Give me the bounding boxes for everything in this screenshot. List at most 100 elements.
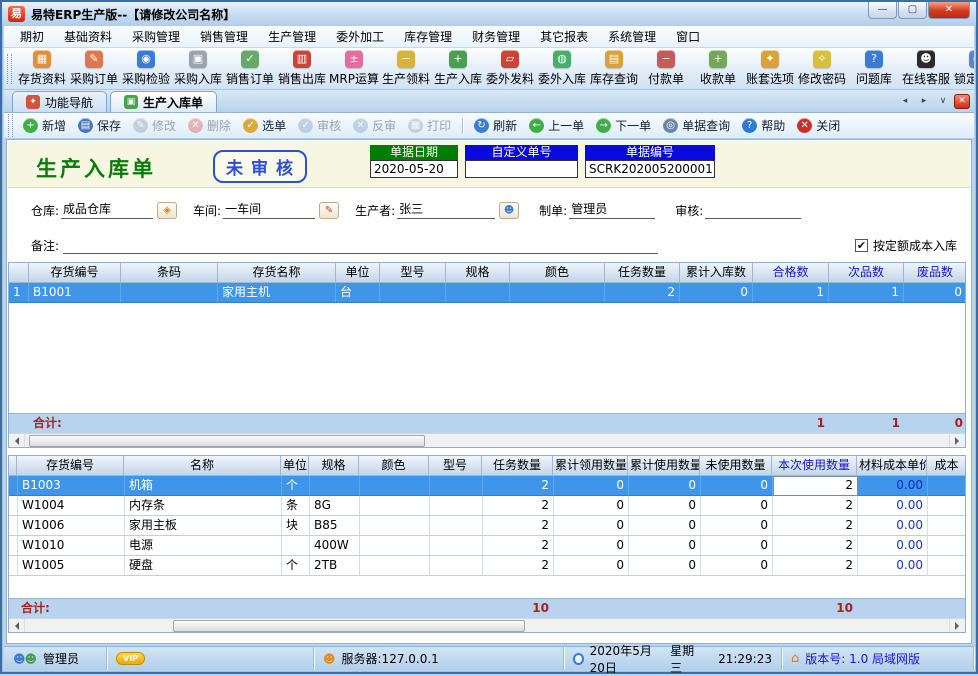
column-header[interactable] [9, 263, 29, 283]
table-row[interactable]: W1005硬盘个2TB200020.00 [9, 556, 965, 576]
table-cell[interactable]: 2 [605, 283, 680, 303]
table-cell[interactable]: 0 [701, 516, 773, 536]
menu-item-基础资料[interactable]: 基础资料 [54, 25, 122, 48]
table-cell[interactable]: 0 [554, 476, 629, 496]
table-cell[interactable]: 2 [483, 556, 554, 576]
table-cell[interactable] [360, 536, 430, 556]
table-cell[interactable] [430, 476, 483, 496]
save-button[interactable]: ▤保存 [72, 115, 127, 136]
table-cell[interactable]: 家用主机 [218, 283, 336, 303]
table-cell[interactable] [282, 536, 310, 556]
table-cell[interactable]: 0 [629, 536, 701, 556]
column-header[interactable]: 型号 [380, 263, 446, 283]
menu-item-其它报表[interactable]: 其它报表 [530, 25, 598, 48]
column-header[interactable] [9, 456, 17, 476]
menu-item-生产管理[interactable]: 生产管理 [258, 25, 326, 48]
tab-生产入库单[interactable]: ▣生产入库单 [110, 91, 217, 112]
tab-close-button[interactable]: ✕ [954, 94, 970, 109]
table-cell[interactable] [430, 516, 483, 536]
table-cell[interactable]: 0 [701, 476, 773, 496]
table-cell[interactable]: 2 [773, 556, 858, 576]
next-doc-button[interactable]: →下一单 [590, 115, 657, 136]
table-cell[interactable]: 个 [282, 556, 310, 576]
new-button[interactable]: +新增 [17, 115, 72, 136]
audit-button[interactable]: ✓审核 [292, 115, 347, 136]
table-cell[interactable]: 2 [483, 476, 554, 496]
purchase-inspect-button[interactable]: ◉采购检验 [120, 50, 172, 87]
column-header[interactable]: 成本 [927, 456, 966, 476]
tab-scroll-left-icon[interactable]: ◂ [897, 94, 913, 109]
table-cell[interactable]: 2 [773, 516, 858, 536]
horizontal-scrollbar[interactable] [9, 433, 965, 448]
table-cell[interactable]: 台 [336, 283, 380, 303]
table-cell[interactable]: B1001 [29, 283, 121, 303]
print-button[interactable]: ▦打印 [402, 115, 457, 136]
table-cell[interactable]: 0 [629, 496, 701, 516]
column-header[interactable]: 存货编号 [29, 263, 121, 283]
table-cell[interactable]: 0 [701, 496, 773, 516]
payment-button[interactable]: −付款单 [640, 50, 692, 87]
table-row[interactable]: W1006家用主板块B85200020.00 [9, 516, 965, 536]
menu-item-财务管理[interactable]: 财务管理 [462, 25, 530, 48]
scroll-left-icon[interactable] [9, 434, 25, 448]
table-cell[interactable]: W1004 [18, 496, 125, 516]
table-cell[interactable]: 0.00 [858, 556, 928, 576]
column-header[interactable]: 型号 [429, 456, 482, 476]
scroll-right-icon[interactable] [949, 434, 965, 448]
table-cell[interactable] [430, 536, 483, 556]
warehouse-field[interactable]: 成品仓库 [61, 200, 153, 219]
table-cell[interactable]: 2 [773, 496, 858, 516]
receipt-button[interactable]: +收款单 [692, 50, 744, 87]
table-cell[interactable]: 0.00 [858, 476, 928, 496]
tab-scroll-right-icon[interactable]: ▸ [916, 94, 932, 109]
table-cell[interactable]: 0 [701, 556, 773, 576]
table-cell[interactable]: 1 [753, 283, 829, 303]
stock-query-button[interactable]: ▤库存查询 [588, 50, 640, 87]
table-cell[interactable] [121, 283, 218, 303]
prev-doc-button[interactable]: ←上一单 [523, 115, 590, 136]
scrollbar-thumb[interactable] [29, 435, 425, 447]
menu-item-销售管理[interactable]: 销售管理 [190, 25, 258, 48]
menu-item-窗口[interactable]: 窗口 [666, 25, 710, 48]
table-cell[interactable]: 0 [554, 516, 629, 536]
table-cell[interactable]: 0 [629, 476, 701, 496]
column-header[interactable]: 规格 [446, 263, 510, 283]
table-cell[interactable]: 个 [282, 476, 310, 496]
sales-outbound-button[interactable]: ▥销售出库 [276, 50, 328, 87]
table-cell[interactable]: W1006 [18, 516, 125, 536]
faq-button[interactable]: ?问题库 [848, 50, 900, 87]
table-cell[interactable]: 0 [701, 536, 773, 556]
table-cell[interactable]: 2 [483, 496, 554, 516]
producer-field[interactable]: 张三 [397, 200, 495, 219]
workshop-picker-icon[interactable]: ✎ [319, 202, 339, 219]
production-picking-button[interactable]: −生产领料 [380, 50, 432, 87]
table-cell[interactable]: 电源 [125, 536, 282, 556]
tab-功能导航[interactable]: ✦功能导航 [12, 91, 107, 112]
table-cell[interactable] [928, 496, 966, 516]
column-header[interactable]: 颜色 [359, 456, 429, 476]
purchase-order-button[interactable]: ✎采购订单 [68, 50, 120, 87]
table-cell[interactable]: 内存条 [125, 496, 282, 516]
table-cell[interactable]: B85 [310, 516, 360, 536]
table-cell[interactable]: 机箱 [125, 476, 282, 496]
production-inbound-button[interactable]: +生产入库 [432, 50, 484, 87]
table-cell[interactable] [430, 496, 483, 516]
table-cell[interactable] [310, 476, 360, 496]
horizontal-scrollbar[interactable] [9, 618, 965, 633]
column-header[interactable]: 合格数 [753, 263, 829, 283]
column-header[interactable]: 规格 [309, 456, 359, 476]
table-cell[interactable]: 家用主板 [125, 516, 282, 536]
menu-item-系统管理[interactable]: 系统管理 [598, 25, 666, 48]
inventory-data-button[interactable]: ▦存货资料 [16, 50, 68, 87]
table-cell[interactable]: 0 [554, 556, 629, 576]
table-cell[interactable]: 0 [904, 283, 966, 303]
column-header[interactable]: 次品数 [829, 263, 904, 283]
table-cell[interactable] [360, 496, 430, 516]
column-header[interactable]: 本次使用数量 [772, 456, 857, 476]
column-header[interactable]: 存货名称 [218, 263, 336, 283]
table-cell[interactable] [380, 283, 446, 303]
table-cell[interactable] [9, 536, 18, 556]
quota-cost-checkbox[interactable]: ✔ [855, 239, 868, 252]
help-button[interactable]: ?帮助 [736, 115, 791, 136]
menu-item-采购管理[interactable]: 采购管理 [122, 25, 190, 48]
